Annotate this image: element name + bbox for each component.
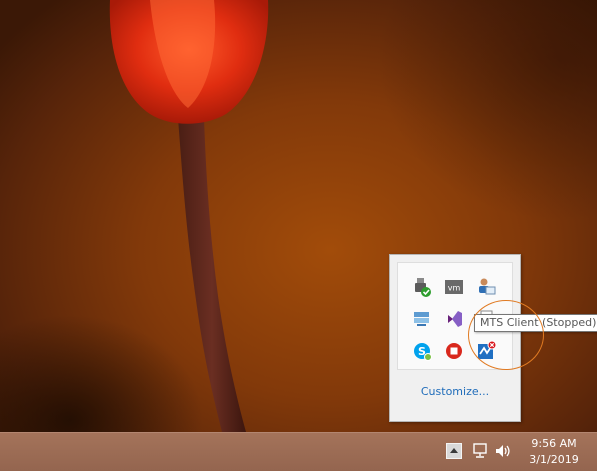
sync-icon[interactable] xyxy=(411,308,433,330)
safely-remove-hardware-icon[interactable] xyxy=(411,276,433,298)
system-clock[interactable]: 9:56 AM 3/1/2019 xyxy=(520,436,588,468)
vmware-icon-label: vm xyxy=(448,284,461,293)
network-icon[interactable] xyxy=(471,442,489,460)
vmware-icon[interactable]: vm xyxy=(443,276,465,298)
skype-icon[interactable]: S xyxy=(411,340,433,362)
customize-link[interactable]: Customize... xyxy=(390,385,520,398)
taskbar: 9:56 AM 3/1/2019 xyxy=(0,432,597,471)
clock-time: 9:56 AM xyxy=(531,437,577,450)
show-hidden-icons-button[interactable] xyxy=(446,443,462,459)
clock-date: 3/1/2019 xyxy=(529,453,579,466)
tray-overflow-flyout: vm S Customize... xyxy=(389,254,521,422)
mts-client-tooltip: MTS Client (Stopped) xyxy=(474,314,597,332)
chevron-up-icon xyxy=(450,448,458,453)
user-network-icon[interactable] xyxy=(475,276,497,298)
stop-record-icon[interactable] xyxy=(443,340,465,362)
visual-studio-icon[interactable] xyxy=(443,308,465,330)
mts-client-icon[interactable] xyxy=(475,340,497,362)
volume-icon[interactable] xyxy=(494,442,512,460)
